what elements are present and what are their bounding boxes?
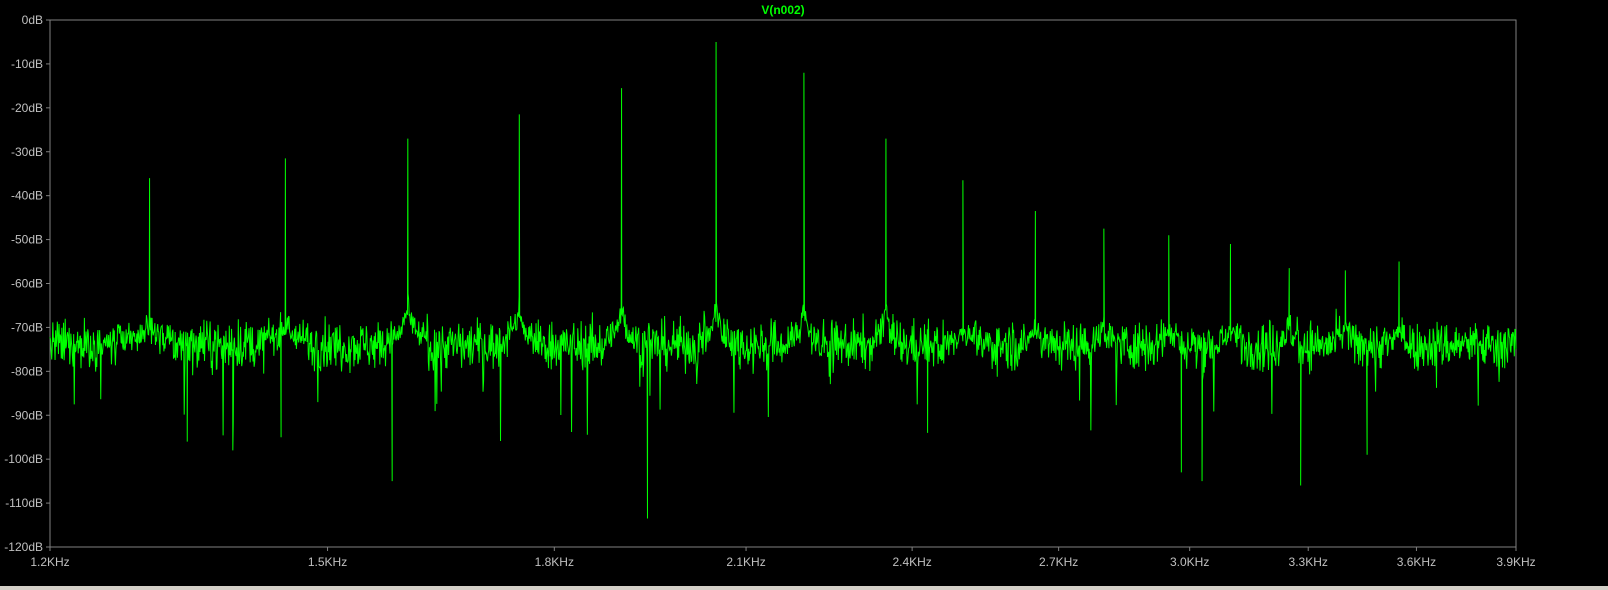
window-bottom-strip xyxy=(0,586,1608,590)
y-tick-label: -20dB xyxy=(11,101,43,115)
y-tick-label: -30dB xyxy=(11,145,43,159)
plot-area-border xyxy=(49,19,1517,548)
x-tick-label: 3.9KHz xyxy=(1496,555,1535,569)
y-tick-label: 0dB xyxy=(22,13,43,27)
trace-v-n002[interactable] xyxy=(49,41,1517,519)
y-tick-label: -110dB xyxy=(5,496,43,510)
spectrum-plot[interactable]: 0dB -10dB -20dB -30dB -40dB -50dB -60dB -70dB -8… xyxy=(0,0,1608,590)
y-tick-label: -90dB xyxy=(11,408,43,422)
y-tick-label: -70dB xyxy=(11,320,43,334)
x-tick-label: 1.5KHz xyxy=(308,555,347,569)
y-tick-label: -40dB xyxy=(11,189,43,203)
x-axis-ticks: 1.2KHz 1.5KHz 1.8KHz 2.1KHz 2.4KHz 2.7KHz 3.0K… xyxy=(30,547,1536,569)
y-tick-label: -10dB xyxy=(11,57,43,71)
y-tick-label: -120dB xyxy=(4,540,43,554)
x-tick-label: 1.8KHz xyxy=(535,555,574,569)
x-tick-label: 3.3KHz xyxy=(1289,555,1328,569)
x-tick-label: 2.4KHz xyxy=(892,555,931,569)
plot-window[interactable]: 0dB -10dB -20dB -30dB -40dB -50dB -60dB -70dB -8… xyxy=(0,0,1608,590)
trace-title[interactable]: V(n002) xyxy=(761,3,804,17)
x-tick-label: 3.0KHz xyxy=(1170,555,1209,569)
x-tick-label: 3.6KHz xyxy=(1397,555,1436,569)
y-tick-label: -100dB xyxy=(4,452,43,466)
y-tick-label: -60dB xyxy=(11,277,43,291)
y-axis-ticks: 0dB -10dB -20dB -30dB -40dB -50dB -60dB -70dB -8… xyxy=(4,13,50,554)
x-tick-label: 2.7KHz xyxy=(1039,555,1078,569)
x-tick-label: 1.2KHz xyxy=(30,555,69,569)
y-tick-label: -80dB xyxy=(11,364,43,378)
x-tick-label: 2.1KHz xyxy=(726,555,765,569)
y-tick-label: -50dB xyxy=(11,233,43,247)
